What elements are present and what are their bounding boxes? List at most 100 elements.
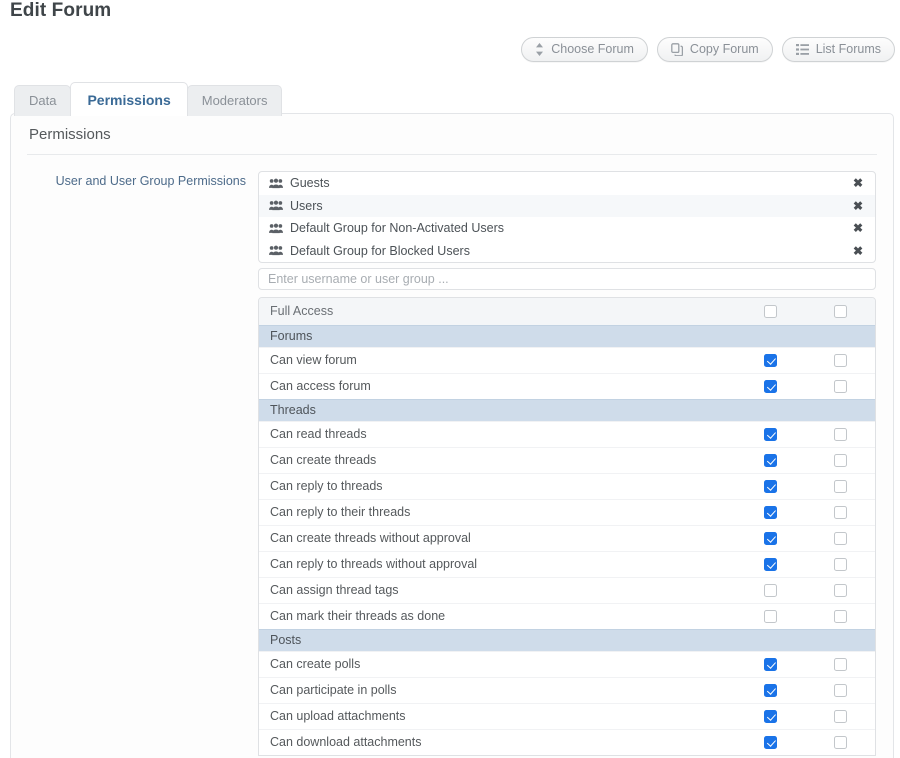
list-item[interactable]: Default Group for Non-Activated Users ✖ <box>259 217 875 240</box>
permission-checkbox-deny[interactable] <box>833 710 847 723</box>
permission-checkbox-allow[interactable] <box>763 532 777 545</box>
permission-checkbox-allow[interactable] <box>763 428 777 441</box>
permission-checkbox-deny[interactable] <box>833 558 847 571</box>
section-label: Posts <box>270 633 302 648</box>
permission-label: Can create threads <box>270 453 377 468</box>
permission-checkbox-allow[interactable] <box>763 454 777 467</box>
permission-row: Can upload attachments <box>259 703 875 729</box>
permission-checkbox-deny-cell <box>805 584 875 597</box>
list-forums-button[interactable]: List Forums <box>781 37 895 62</box>
permissions-table: Full Access Forums Can view forum Can acces… <box>258 297 876 756</box>
permission-row: Can mark their threads as done <box>259 603 875 629</box>
permission-row: Can access forum <box>259 373 875 399</box>
permission-checkbox-deny[interactable] <box>833 506 847 519</box>
permission-checkbox-deny-cell <box>805 354 875 367</box>
copy-forum-button[interactable]: Copy Forum <box>656 37 773 62</box>
permission-section-header: Threads <box>259 399 875 421</box>
permission-checkbox-deny[interactable] <box>833 380 847 393</box>
permission-checkbox-allow[interactable] <box>763 380 777 393</box>
permission-checkbox-allow[interactable] <box>763 584 777 597</box>
permission-checkbox-deny[interactable] <box>833 684 847 697</box>
permission-checkbox-deny-cell <box>805 305 875 318</box>
permission-checkbox-deny[interactable] <box>833 610 847 623</box>
permission-label: Can upload attachments <box>270 709 406 724</box>
close-icon[interactable]: ✖ <box>850 175 866 191</box>
permission-checkbox-allow[interactable] <box>763 610 777 623</box>
user-group-search-input[interactable] <box>258 268 876 290</box>
permission-label: Can reply to threads <box>270 479 383 494</box>
permission-label: Can download attachments <box>270 735 422 750</box>
edit-forum-page: Edit Forum Choose Forum Copy Forum List … <box>0 0 900 758</box>
permission-checkbox-allow[interactable] <box>763 658 777 671</box>
permission-checkbox-deny[interactable] <box>833 454 847 467</box>
permission-checkbox-allow-cell <box>735 710 805 723</box>
users-group-icon <box>269 178 283 189</box>
tab-data[interactable]: Data <box>14 85 72 116</box>
close-icon[interactable]: ✖ <box>850 243 866 259</box>
permission-label: Can mark their threads as done <box>270 609 446 624</box>
permission-row: Can create polls <box>259 651 875 677</box>
permission-checkbox-deny[interactable] <box>833 428 847 441</box>
close-icon[interactable]: ✖ <box>850 220 866 236</box>
permission-row: Can download attachments <box>259 729 875 755</box>
list-item[interactable]: Guests ✖ <box>259 172 875 195</box>
permission-row: Can reply to threads <box>259 473 875 499</box>
permission-checkbox-allow[interactable] <box>763 305 777 318</box>
permission-checkbox-deny-cell <box>805 558 875 571</box>
permission-checkbox-deny[interactable] <box>833 658 847 671</box>
field-label: User and User Group Permissions <box>55 174 246 188</box>
permission-checkbox-allow-cell <box>735 354 805 367</box>
permission-checkbox-deny-cell <box>805 658 875 671</box>
permission-label: Can access forum <box>270 379 371 394</box>
permission-checkbox-deny[interactable] <box>833 584 847 597</box>
list-icon <box>795 44 809 55</box>
permission-checkbox-allow[interactable] <box>763 736 777 749</box>
close-icon[interactable]: ✖ <box>850 198 866 214</box>
permission-section-header: Posts <box>259 629 875 651</box>
copy-forum-label: Copy Forum <box>689 42 759 57</box>
permission-checkbox-allow-cell <box>735 380 805 393</box>
permission-row: Can reply to their threads <box>259 499 875 525</box>
permission-row: Can view forum <box>259 347 875 373</box>
field-control: Guests ✖ Users ✖ Default Group for Non-A… <box>258 171 893 756</box>
permission-label: Can view forum <box>270 353 357 368</box>
permission-checkbox-allow[interactable] <box>763 684 777 697</box>
permission-checkbox-deny[interactable] <box>833 354 847 367</box>
page-title: Edit Forum <box>10 0 112 21</box>
permission-checkbox-allow-cell <box>735 584 805 597</box>
permission-checkbox-allow-cell <box>735 480 805 493</box>
permission-checkbox-deny[interactable] <box>833 736 847 749</box>
permission-label: Can read threads <box>270 427 367 442</box>
selected-group-list: Guests ✖ Users ✖ Default Group for Non-A… <box>258 171 876 263</box>
permissions-panel: Permissions User and User Group Permissi… <box>10 113 894 758</box>
tab-moderators[interactable]: Moderators <box>186 85 283 116</box>
permission-checkbox-allow-cell <box>735 506 805 519</box>
permission-checkbox-deny[interactable] <box>833 305 847 318</box>
permission-checkbox-allow-cell <box>735 558 805 571</box>
tab-permissions[interactable]: Permissions <box>70 82 188 116</box>
permission-checkbox-allow[interactable] <box>763 710 777 723</box>
permission-checkbox-deny-cell <box>805 380 875 393</box>
permission-checkbox-deny[interactable] <box>833 532 847 545</box>
permission-section-header: Forums <box>259 325 875 347</box>
permission-checkbox-deny-cell <box>805 532 875 545</box>
permission-row: Can read threads <box>259 421 875 447</box>
list-forums-label: List Forums <box>815 42 881 57</box>
permission-label: Can create threads without approval <box>270 531 471 546</box>
permission-checkbox-allow[interactable] <box>763 506 777 519</box>
permission-checkbox-deny[interactable] <box>833 480 847 493</box>
group-name: Guests <box>290 176 330 190</box>
permission-checkbox-deny-cell <box>805 710 875 723</box>
toolbar-buttons: Choose Forum Copy Forum List Forums <box>521 37 895 62</box>
permission-checkbox-deny-cell <box>805 610 875 623</box>
list-item[interactable]: Default Group for Blocked Users ✖ <box>259 240 875 263</box>
permission-checkbox-allow[interactable] <box>763 480 777 493</box>
permission-checkbox-allow[interactable] <box>763 558 777 571</box>
group-name: Users <box>290 198 323 213</box>
user-group-permissions-field: User and User Group Permissions Guests ✖… <box>11 155 893 756</box>
list-item[interactable]: Users ✖ <box>259 194 875 217</box>
permission-row: Can participate in polls <box>259 677 875 703</box>
permission-checkbox-allow[interactable] <box>763 354 777 367</box>
section-label: Forums <box>270 329 313 344</box>
choose-forum-button[interactable]: Choose Forum <box>521 37 648 62</box>
